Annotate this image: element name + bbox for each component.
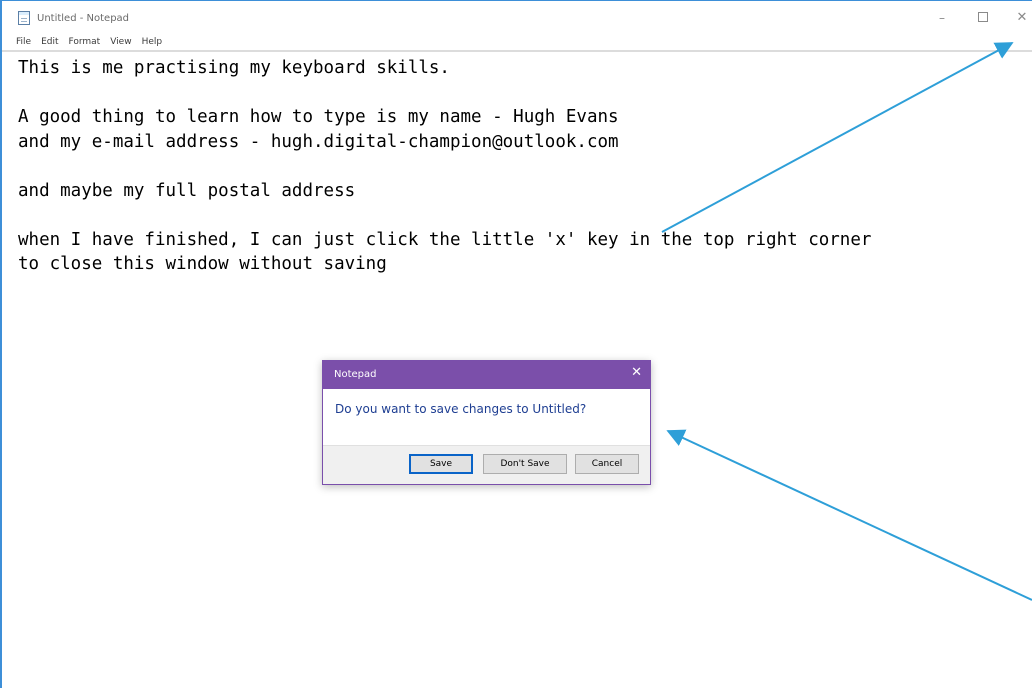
- dont-save-button[interactable]: Don't Save: [483, 454, 567, 474]
- menu-divider: [2, 50, 1032, 52]
- editor-line: and my e-mail address - hugh.digital-cha…: [18, 131, 619, 152]
- save-button[interactable]: Save: [409, 454, 473, 474]
- editor-line: A good thing to learn how to type is my …: [18, 107, 619, 127]
- title-bar[interactable]: Untitled - Notepad – ✕: [2, 1, 1032, 35]
- minimize-button[interactable]: –: [927, 1, 957, 33]
- save-changes-dialog: Notepad ✕ Do you want to save changes to…: [322, 360, 651, 485]
- menu-edit[interactable]: Edit: [41, 35, 58, 49]
- menu-help[interactable]: Help: [142, 35, 163, 49]
- close-button[interactable]: ✕: [1007, 1, 1032, 33]
- menu-file[interactable]: File: [16, 35, 31, 49]
- dialog-message: Do you want to save changes to Untitled?: [335, 402, 587, 416]
- maximize-icon: [978, 12, 988, 22]
- editor-line: to close this window without saving: [18, 254, 387, 274]
- window-title: Untitled - Notepad: [37, 13, 130, 24]
- dialog-button-bar: Save Don't Save Cancel: [323, 445, 650, 484]
- menu-view[interactable]: View: [110, 35, 131, 49]
- editor-line: and maybe my full postal address: [18, 180, 356, 201]
- notepad-icon: [18, 11, 30, 25]
- dialog-title: Notepad: [334, 369, 377, 380]
- dialog-title-bar[interactable]: Notepad ✕: [323, 361, 650, 389]
- menu-bar: File Edit Format View Help: [2, 35, 1032, 49]
- maximize-button[interactable]: [968, 1, 998, 33]
- dialog-close-button[interactable]: ✕: [631, 365, 642, 380]
- editor-line: when I have finished, I can just click t…: [18, 229, 872, 250]
- menu-format[interactable]: Format: [69, 35, 101, 49]
- cancel-button[interactable]: Cancel: [575, 454, 639, 474]
- editor-line: This is me practising my keyboard skills…: [18, 58, 450, 78]
- notepad-window: Untitled - Notepad – ✕ File Edit Format …: [0, 0, 1032, 688]
